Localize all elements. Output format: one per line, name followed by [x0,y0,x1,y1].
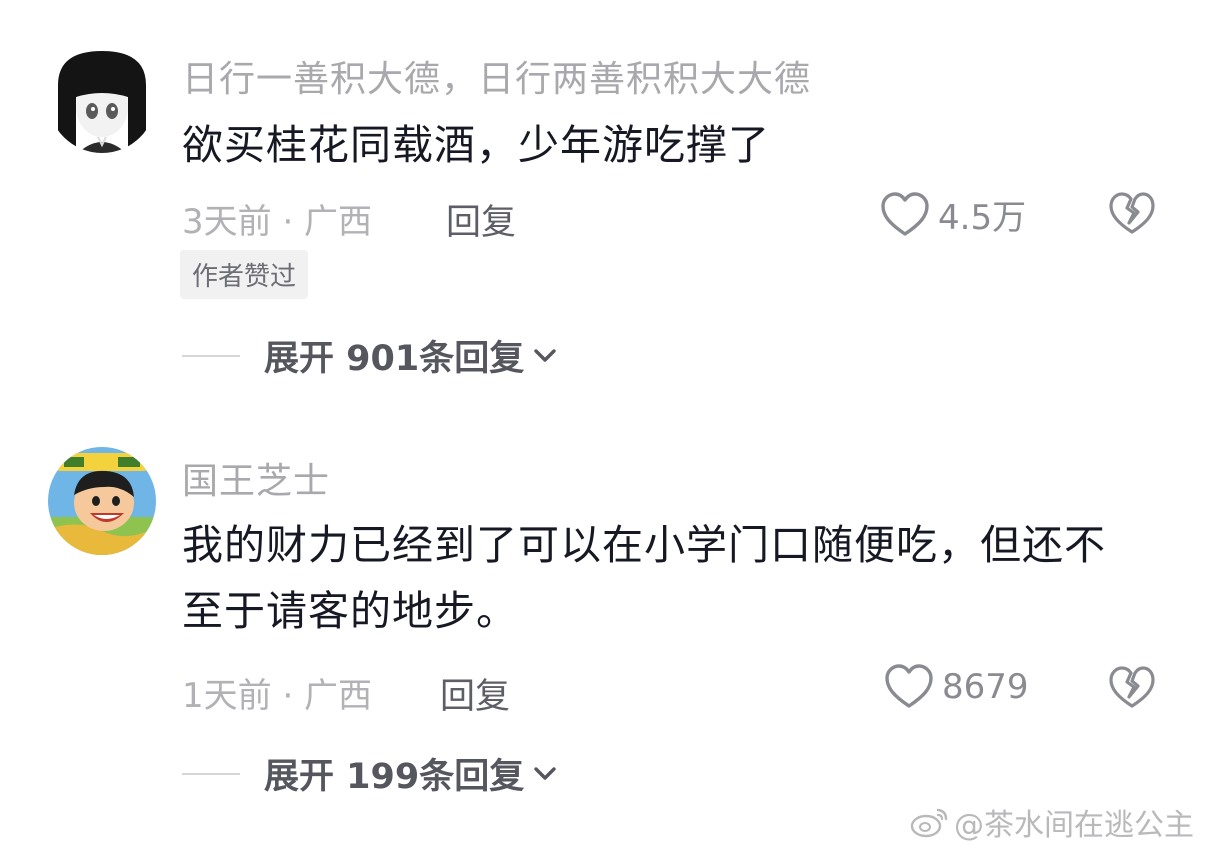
comment-text: 我的财力已经到了可以在小学门口随便吃，但还不 至于请客的地步。 [182,512,1106,644]
expand-replies-button[interactable]: 展开 901条回复 [182,330,558,381]
watermark-text: @茶水间在逃公主 [954,808,1194,843]
comment-time-location: 1天前 · 广西 [182,676,373,716]
weibo-icon [910,808,948,838]
cartoon-boy-avatar-icon [48,447,156,555]
expand-replies-label: 展开 199条回复 [264,757,525,797]
comment-text: 欲买桂花同载酒，少年游吃撑了 [182,112,770,178]
author-liked-badge: 作者赞过 [180,250,309,299]
like-button[interactable]: 4.5万 [880,190,1026,239]
chevron-down-icon [534,348,556,362]
reply-button[interactable]: 回复 [440,668,510,719]
heart-icon [885,664,933,708]
avatar[interactable] [48,447,156,555]
expand-replies-button[interactable]: 展开 199条回复 [182,748,558,799]
like-count: 4.5万 [938,198,1027,238]
watermark: @茶水间在逃公主 [910,800,1194,844]
anime-girl-avatar-icon [48,45,156,153]
dislike-button[interactable] [1108,192,1156,240]
comment-username[interactable]: 国王芝士 [182,452,330,504]
comment-text-line: 至于请客的地步。 [182,587,518,635]
divider-line [182,772,240,775]
avatar[interactable] [48,45,156,153]
comment-text-line: 欲买桂花同载酒，少年游吃撑了 [182,121,770,169]
divider-line [182,354,240,357]
comment-time-location: 3天前 · 广西 [182,202,373,242]
like-button[interactable]: 8679 [884,664,1029,710]
chevron-down-icon [534,766,556,780]
reply-button[interactable]: 回复 [446,194,516,245]
heart-icon [881,191,929,236]
broken-heart-icon [1109,666,1155,708]
like-count: 8679 [942,667,1029,707]
dislike-button[interactable] [1108,666,1156,714]
comment-text-line: 我的财力已经到了可以在小学门口随便吃，但还不 [182,521,1106,569]
comment-username[interactable]: 日行一善积大德，日行两善积积大大德 [182,50,811,102]
broken-heart-icon [1109,192,1155,234]
expand-replies-label: 展开 901条回复 [264,339,525,379]
